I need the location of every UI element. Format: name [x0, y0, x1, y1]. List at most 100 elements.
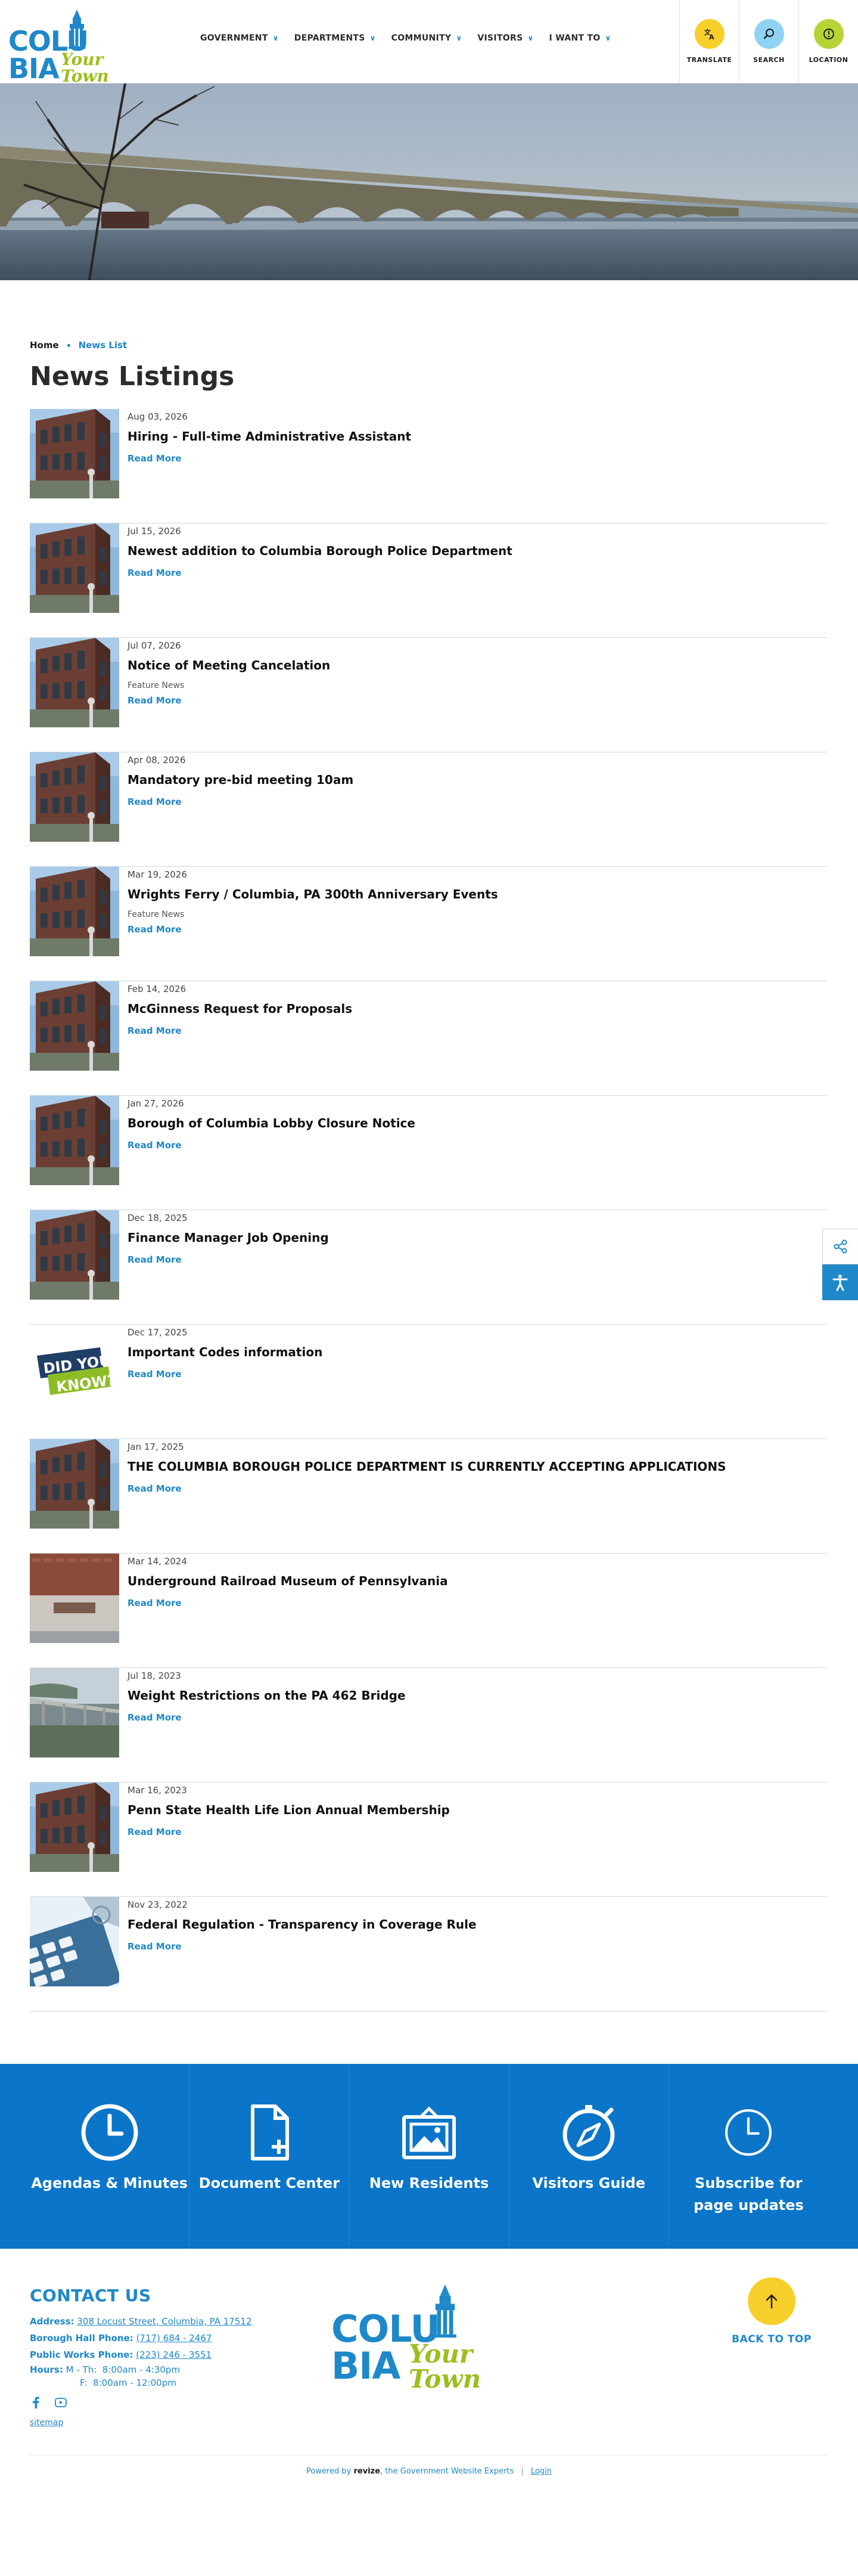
thumbnail-image — [30, 638, 119, 727]
news-date: Feb 14, 2026 — [128, 984, 186, 994]
hours-weekday: M - Th: 8:00am - 4:30pm — [66, 2364, 181, 2375]
news-thumbnail[interactable] — [30, 867, 119, 956]
read-more-link[interactable]: Read More — [128, 1254, 182, 1265]
read-more-link[interactable]: Read More — [128, 1369, 182, 1380]
chevron-down-icon: ∨ — [527, 34, 534, 42]
main-nav: GOVERNMENT ∨ DEPARTMENTS ∨ COMMUNITY ∨ VISI… — [200, 33, 611, 43]
read-more-link[interactable]: Read More — [128, 568, 182, 578]
quick-link-agendas[interactable]: Agendas & Minutes — [30, 2064, 190, 2249]
translate-button[interactable]: 文A TRANSLATE — [679, 0, 739, 83]
thumbnail-image — [30, 409, 119, 498]
news-thumbnail[interactable] — [30, 1439, 119, 1529]
works-phone-link[interactable]: (223) 246 - 3551 — [136, 2349, 212, 2360]
breadcrumb-home-link[interactable]: Home — [30, 340, 59, 351]
news-title[interactable]: Underground Railroad Museum of Pennsylva… — [128, 1574, 448, 1588]
revize-brand[interactable]: revize — [353, 2467, 380, 2476]
read-more-link[interactable]: Read More — [128, 1712, 182, 1723]
hours-info: Hours: M - Th: 8:00am - 4:30pm F: 8:00am… — [30, 2363, 180, 2389]
logo-tagline: Your Town — [409, 2339, 481, 2394]
thumbnail-image — [30, 1668, 119, 1757]
read-more-link[interactable]: Read More — [128, 695, 182, 706]
svg-text:A: A — [709, 33, 714, 41]
youtube-icon[interactable] — [55, 2397, 67, 2408]
search-button[interactable]: SEARCH — [739, 0, 798, 83]
news-item: Jan 17, 2025 THE COLUMBIA BOROUGH POLICE… — [30, 1439, 827, 1554]
news-thumbnail[interactable] — [30, 752, 119, 842]
read-more-link[interactable]: Read More — [128, 1941, 182, 1952]
news-thumbnail[interactable] — [30, 638, 119, 727]
nav-label: I WANT TO — [549, 33, 601, 43]
picture-icon — [396, 2100, 462, 2165]
works-phone-label: Public Works Phone: — [30, 2349, 133, 2360]
borough-phone-link[interactable]: (717) 684 - 2467 — [136, 2333, 212, 2343]
news-thumbnail[interactable] — [30, 1783, 119, 1872]
news-title[interactable]: Borough of Columbia Lobby Closure Notice — [128, 1116, 415, 1130]
quick-link-visitors-guide[interactable]: Visitors Guide — [509, 2064, 669, 2249]
read-more-link[interactable]: Read More — [128, 924, 182, 935]
news-title[interactable]: McGinness Request for Proposals — [128, 1002, 352, 1016]
nav-visitors[interactable]: VISITORS ∨ — [477, 33, 533, 43]
read-more-link[interactable]: Read More — [128, 1140, 182, 1151]
news-item: Jul 07, 2026 Notice of Meeting Cancelati… — [30, 638, 827, 752]
accessibility-button[interactable] — [822, 1264, 858, 1300]
clock-outline-icon — [716, 2100, 781, 2165]
contact-info: Address: 308 Locust Street, Columbia, PA… — [30, 2313, 252, 2363]
chevron-down-icon: ∨ — [369, 34, 376, 42]
read-more-link[interactable]: Read More — [128, 1827, 182, 1837]
news-title[interactable]: Finance Manager Job Opening — [128, 1230, 329, 1245]
news-title[interactable]: Hiring - Full-time Administrative Assist… — [128, 429, 411, 444]
thumbnail-image — [30, 1210, 119, 1300]
nav-departments[interactable]: DEPARTMENTS ∨ — [294, 33, 376, 43]
read-more-link[interactable]: Read More — [128, 1598, 182, 1608]
news-thumbnail[interactable] — [30, 1668, 119, 1757]
news-title[interactable]: THE COLUMBIA BOROUGH POLICE DEPARTMENT I… — [128, 1459, 726, 1474]
news-title[interactable]: Newest addition to Columbia Borough Poli… — [128, 544, 512, 558]
news-date: Jul 18, 2023 — [128, 1670, 181, 1681]
nav-i-want-to[interactable]: I WANT TO ∨ — [549, 33, 611, 43]
news-title[interactable]: Penn State Health Life Lion Annual Membe… — [128, 1803, 450, 1817]
quick-link-documents[interactable]: Document Center — [189, 2064, 350, 2249]
borough-phone-label: Borough Hall Phone: — [30, 2333, 133, 2343]
news-thumbnail[interactable] — [30, 1210, 119, 1300]
header-tools: 文A TRANSLATE SEARCH LOCATION — [679, 0, 858, 83]
quick-link-new-residents[interactable]: New Residents — [349, 2064, 509, 2249]
news-item: Apr 08, 2026 Mandatory pre-bid meeting 1… — [30, 752, 827, 867]
news-thumbnail[interactable]: DID YOU KNOW? — [30, 1325, 119, 1414]
read-more-link[interactable]: Read More — [128, 796, 182, 807]
news-title[interactable]: Important Codes information — [128, 1345, 322, 1359]
quick-link-subscribe[interactable]: Subscribe for page updates — [669, 2064, 828, 2249]
thumbnail-image — [30, 1783, 119, 1872]
breadcrumb-separator — [67, 343, 70, 347]
address-link[interactable]: 308 Locust Street, Columbia, PA 17512 — [77, 2316, 251, 2327]
news-title[interactable]: Mandatory pre-bid meeting 10am — [128, 773, 353, 787]
news-title[interactable]: Weight Restrictions on the PA 462 Bridge — [128, 1688, 406, 1703]
powered-prefix: Powered by — [306, 2467, 352, 2476]
hero-banner-image — [0, 83, 858, 280]
share-button[interactable] — [822, 1229, 858, 1264]
news-category: Feature News — [128, 910, 185, 919]
login-link[interactable]: Login — [531, 2467, 552, 2476]
news-thumbnail[interactable] — [30, 1096, 119, 1185]
footer-logo[interactable]: COLUBIA Your Town — [331, 2284, 516, 2392]
location-button[interactable]: LOCATION — [798, 0, 858, 83]
facebook-icon[interactable] — [30, 2397, 42, 2408]
news-thumbnail[interactable] — [30, 523, 119, 613]
read-more-link[interactable]: Read More — [128, 1025, 182, 1036]
news-thumbnail[interactable] — [30, 409, 119, 498]
quick-link-label: Document Center — [198, 2175, 340, 2191]
nav-government[interactable]: GOVERNMENT ∨ — [200, 33, 279, 43]
read-more-link[interactable]: Read More — [128, 1483, 182, 1494]
news-title[interactable]: Notice of Meeting Cancelation — [128, 658, 330, 672]
news-title[interactable]: Federal Regulation - Transparency in Cov… — [128, 1917, 477, 1932]
sitemap-link[interactable]: sitemap — [30, 2418, 63, 2428]
nav-label: COMMUNITY — [391, 33, 452, 43]
news-title[interactable]: Wrights Ferry / Columbia, PA 300th Anniv… — [128, 887, 498, 901]
site-logo[interactable]: COLUBIA Your Town — [8, 10, 138, 85]
read-more-link[interactable]: Read More — [128, 453, 182, 464]
nav-community[interactable]: COMMUNITY ∨ — [391, 33, 462, 43]
news-thumbnail[interactable] — [30, 981, 119, 1071]
back-to-top-button[interactable]: BACK TO TOP — [732, 2277, 811, 2345]
news-list: Aug 03, 2026 Hiring - Full-time Administ… — [30, 409, 827, 2011]
news-thumbnail[interactable] — [30, 1897, 119, 1986]
news-thumbnail[interactable] — [30, 1554, 119, 1643]
